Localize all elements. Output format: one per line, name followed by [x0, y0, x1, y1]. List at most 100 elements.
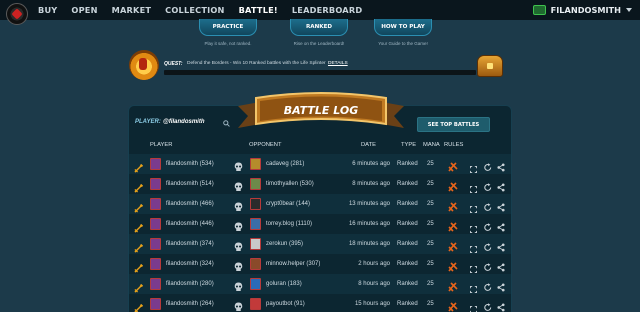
player-name: @filandosmith	[163, 119, 205, 125]
table-row: filandosmith (264) payoutbot (91) 15 hours…	[129, 294, 511, 312]
opponent-name-cell[interactable]: crypt0bear (144)	[266, 194, 310, 214]
chevron-down-icon	[626, 8, 632, 12]
fullscreen-icon[interactable]	[470, 200, 477, 213]
mana-cell: 25	[427, 261, 434, 267]
fullscreen-icon[interactable]	[470, 180, 477, 193]
date-cell: 16 minutes ago	[348, 221, 390, 227]
nav-market[interactable]: MARKET	[112, 5, 152, 15]
player-avatar	[150, 238, 161, 250]
col-type: TYPE	[401, 142, 417, 148]
quest-details-link[interactable]: DETAILS	[328, 61, 348, 66]
date-cell: 18 minutes ago	[348, 241, 390, 247]
mana-cell: 25	[427, 281, 434, 287]
nav-collection[interactable]: COLLECTION	[165, 5, 224, 15]
type-cell: Ranked	[397, 161, 418, 167]
date-cell: 2 hours ago	[358, 261, 390, 267]
share-icon[interactable]	[497, 279, 505, 292]
replay-icon[interactable]	[484, 239, 492, 252]
quest-progress-bar	[164, 70, 476, 75]
rule-icon[interactable]	[448, 239, 458, 252]
player-name-cell[interactable]: filandosmith (324)	[166, 254, 214, 274]
skull-icon	[234, 179, 243, 192]
fullscreen-icon[interactable]	[470, 220, 477, 233]
sword-icon	[134, 300, 144, 312]
date-cell: 13 minutes ago	[348, 201, 390, 207]
share-icon[interactable]	[497, 219, 505, 232]
fullscreen-icon[interactable]	[470, 280, 477, 293]
practice-button[interactable]: PRACTICE	[199, 19, 257, 36]
col-rules: RULES	[444, 142, 464, 148]
opponent-avatar	[250, 158, 261, 170]
opponent-name-cell[interactable]: goluran (183)	[266, 274, 302, 294]
ranked-button[interactable]: RANKED	[290, 19, 348, 36]
replay-icon[interactable]	[484, 279, 492, 292]
rule-icon[interactable]	[448, 179, 458, 192]
date-cell: 8 minutes ago	[352, 181, 390, 187]
opponent-avatar	[250, 258, 261, 270]
share-icon[interactable]	[497, 299, 505, 312]
logo-icon[interactable]	[6, 3, 28, 25]
user-avatar-icon	[532, 5, 546, 15]
type-cell: Ranked	[397, 261, 418, 267]
sword-icon	[134, 280, 144, 293]
opponent-name-cell[interactable]: torrey.blog (1110)	[266, 214, 312, 234]
replay-icon[interactable]	[484, 259, 492, 272]
replay-icon[interactable]	[484, 199, 492, 212]
share-icon[interactable]	[497, 159, 505, 172]
opponent-avatar	[250, 298, 261, 310]
opponent-avatar	[250, 218, 261, 230]
player-name-cell[interactable]: filandosmith (446)	[166, 214, 214, 234]
chest-icon[interactable]	[477, 55, 503, 77]
share-icon[interactable]	[497, 239, 505, 252]
player-name-cell[interactable]: filandosmith (280)	[166, 274, 214, 294]
opponent-avatar	[250, 278, 261, 290]
opponent-name-cell[interactable]: minnow.helper (307)	[266, 254, 320, 274]
user-menu[interactable]: FILANDOSMITH	[532, 0, 632, 20]
date-cell: 15 hours ago	[354, 301, 390, 307]
fullscreen-icon[interactable]	[470, 240, 477, 253]
nav-buy[interactable]: BUY	[38, 5, 57, 15]
fullscreen-icon[interactable]	[470, 260, 477, 273]
how-to-play-button[interactable]: HOW TO PLAY	[374, 19, 432, 36]
top-nav: BUY OPEN MARKET COLLECTION BATTLE! LEADE…	[0, 0, 640, 25]
player-name-cell[interactable]: filandosmith (514)	[166, 174, 214, 194]
rule-icon[interactable]	[448, 259, 458, 272]
mana-cell: 25	[427, 201, 434, 207]
share-icon[interactable]	[497, 179, 505, 192]
mana-cell: 25	[427, 241, 434, 247]
nav-open[interactable]: OPEN	[71, 5, 97, 15]
search-icon[interactable]	[223, 120, 230, 127]
player-name-cell[interactable]: filandosmith (534)	[166, 154, 214, 174]
quest-icon	[129, 50, 159, 80]
share-icon[interactable]	[497, 259, 505, 272]
see-top-battles-button[interactable]: SEE TOP BATTLES	[417, 117, 490, 132]
rule-icon[interactable]	[448, 199, 458, 212]
sword-icon	[134, 180, 144, 193]
type-cell: Ranked	[397, 201, 418, 207]
opponent-name-cell[interactable]: zerokun (395)	[266, 234, 303, 254]
rule-icon[interactable]	[448, 299, 458, 312]
nav-leaderboard[interactable]: LEADERBOARD	[292, 5, 362, 15]
player-name-cell[interactable]: filandosmith (374)	[166, 234, 214, 254]
replay-icon[interactable]	[484, 179, 492, 192]
nav-battle[interactable]: BATTLE!	[239, 5, 278, 15]
fullscreen-icon[interactable]	[470, 300, 477, 312]
table-row: filandosmith (446) torrey.blog (1110) 16 m…	[129, 214, 511, 234]
opponent-name-cell[interactable]: cadaveg (281)	[266, 154, 304, 174]
opponent-name-cell[interactable]: timothyallen (530)	[266, 174, 314, 194]
opponent-name-cell[interactable]: payoutbot (91)	[266, 294, 305, 312]
rule-icon[interactable]	[448, 279, 458, 292]
replay-icon[interactable]	[484, 299, 492, 312]
player-name-cell[interactable]: filandosmith (466)	[166, 194, 214, 214]
sword-icon	[134, 160, 144, 173]
replay-icon[interactable]	[484, 159, 492, 172]
table-row: filandosmith (324) minnow.helper (307) 2 h…	[129, 254, 511, 274]
player-name-cell[interactable]: filandosmith (264)	[166, 294, 214, 312]
opponent-avatar	[250, 238, 261, 250]
replay-icon[interactable]	[484, 219, 492, 232]
rule-icon[interactable]	[448, 159, 458, 172]
fullscreen-icon[interactable]	[470, 160, 477, 173]
rule-icon[interactable]	[448, 219, 458, 232]
share-icon[interactable]	[497, 199, 505, 212]
battle-log-title: BATTLE LOG	[284, 104, 358, 117]
